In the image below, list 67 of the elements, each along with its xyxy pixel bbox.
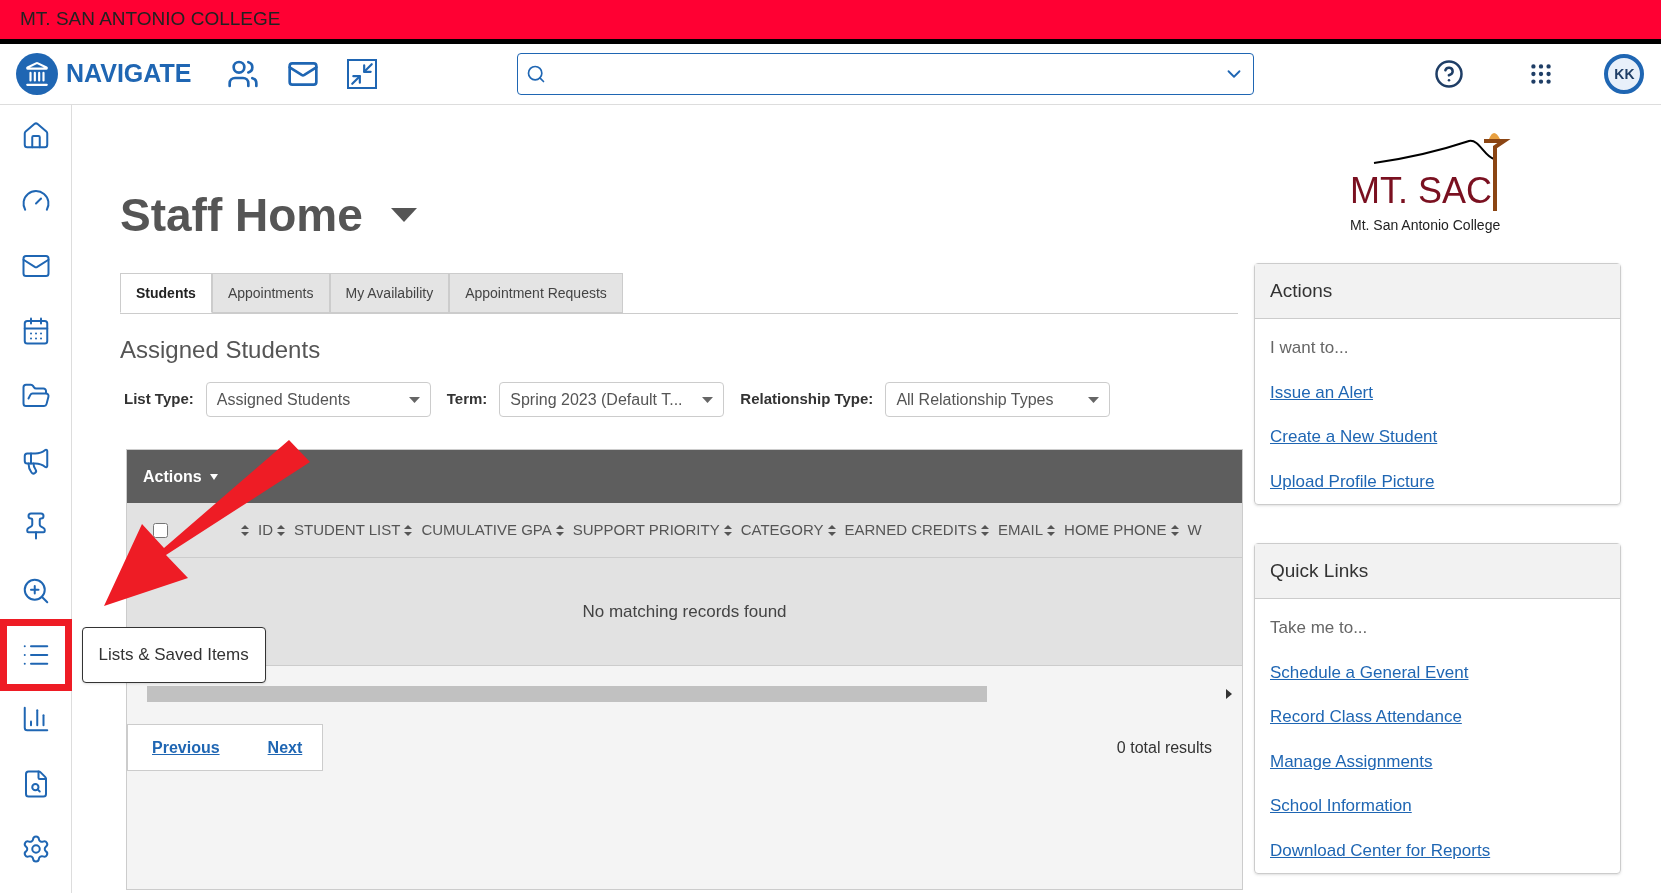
brand-name: NAVIGATE [66,58,192,90]
filter-dropdown[interactable]: Spring 2023 (Default T... [499,382,725,417]
column-header[interactable]: W [1187,518,1202,542]
sort-icon [1170,524,1179,536]
tooltip: Lists & Saved Items [81,627,266,683]
sort-icon [555,524,564,536]
scroll-right-icon[interactable] [1226,689,1232,699]
column-header[interactable]: EARNED CREDITS [844,518,990,542]
panel-link[interactable]: Download Center for Reports [1270,837,1605,863]
caret-icon [1088,396,1100,403]
column-header[interactable]: CATEGORY [740,518,836,542]
people-icon[interactable] [227,58,260,90]
filter-label: Term: [446,389,488,410]
resize-icon[interactable] [347,59,378,89]
banner-title: MT. SAN ANTONIO COLLEGE [20,7,281,32]
next-link[interactable]: Next [267,735,303,760]
tab[interactable]: Appointment Requests [449,273,623,313]
help-icon[interactable] [1434,59,1465,89]
column-header[interactable]: EMAIL [998,518,1056,542]
column-header[interactable]: STUDENT LIST [294,518,413,542]
filter-label: Relationship Type: [740,389,874,410]
previous-link[interactable]: Previous [152,735,220,760]
filter-dropdown[interactable]: All Relationship Types [885,382,1111,417]
select-all-checkbox[interactable] [153,522,168,538]
filter-dropdown[interactable]: Assigned Students [205,382,431,417]
panel-link[interactable]: Manage Assignments [1270,748,1605,774]
scrollbar[interactable] [147,686,987,702]
column-header[interactable]: ID [258,518,285,542]
section-title: Assigned Students [120,335,322,365]
panel-link[interactable]: Issue an Alert [1270,379,1605,405]
panel-link[interactable]: Upload Profile Picture [1270,468,1605,494]
column-header[interactable]: SUPPORT PRIORITY [572,518,732,542]
caret-icon [209,473,218,480]
column-header[interactable]: CUMULATIVE GPA [421,518,564,542]
total-results: 0 total results [1116,737,1212,758]
caret-icon[interactable] [390,208,417,222]
tab[interactable]: Appointments [211,273,330,313]
column-header[interactable]: HOME PHONE [1064,518,1179,542]
panel-intro: Take me to... [1270,617,1369,639]
college-logo: MT. SAC Mt. San Antonio College [1344,131,1524,241]
caret-icon [408,396,420,403]
panel-title: Quick Links [1270,558,1369,583]
panel-title: Actions [1270,278,1333,303]
filter-label: List Type: [124,389,194,410]
tab[interactable]: Students [120,273,212,313]
search-icon [526,64,547,84]
panel-link[interactable]: Schedule a General Event [1270,659,1605,685]
sort-icon [981,524,990,536]
actions-menu[interactable]: Actions [143,464,218,489]
panel-link[interactable]: Create a New Student [1270,424,1605,450]
tab[interactable]: My Availability [329,273,450,313]
sidebar-item[interactable] [0,619,72,691]
user-avatar[interactable]: KK [1604,54,1645,94]
empty-message: No matching records found [582,600,787,623]
panel-link[interactable]: Record Class Attendance [1270,704,1605,730]
panel-intro: I want to... [1270,337,1350,359]
sort-icon [723,524,732,536]
search-field[interactable] [517,53,1255,95]
panel-link[interactable]: School Information [1270,793,1605,819]
sort-icon [1047,524,1056,536]
sort-icon [827,524,836,536]
sort-icon [277,524,285,536]
page-title: Staff Home [120,187,363,243]
caret-icon [702,396,714,403]
sort-icon [404,524,413,536]
logo-icon [16,53,58,95]
sort-icon [241,524,249,536]
